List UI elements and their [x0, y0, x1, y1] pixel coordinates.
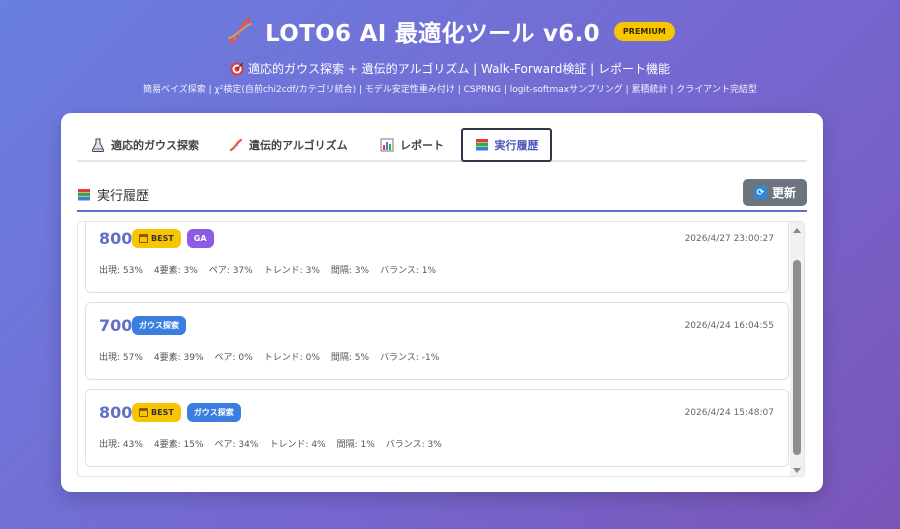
calendar-icon	[139, 234, 148, 243]
entry-score: 800	[99, 403, 133, 422]
stat-pair: ペア: 34%	[214, 440, 259, 450]
stat-pair: ペア: 0%	[214, 353, 253, 363]
target-icon	[230, 62, 244, 76]
stat-appearance: 出現: 43%	[99, 440, 143, 450]
history-entry[interactable]: 800 BEST ガウス探索 2026/4/24 15:48:07 出現: 43…	[85, 389, 789, 467]
gauss-badge: ガウス探索	[132, 316, 186, 335]
tab-gauss-search[interactable]: 適応的ガウス探索	[91, 128, 211, 162]
feature-list: 簡易ベイズ探索 | χ²検定(自前chi2cdf/カテゴリ統合) | モデル安定…	[143, 85, 757, 95]
badge-label: BEST	[151, 408, 174, 417]
stat-four-elements: 4要素: 39%	[153, 353, 204, 363]
entry-badges: BEST ガウス探索	[132, 403, 241, 422]
refresh-icon: ⟳	[753, 186, 767, 199]
stat-appearance: 出現: 57%	[99, 353, 143, 363]
calendar-icon	[139, 408, 148, 417]
entry-badges: BEST GA	[132, 229, 214, 248]
tab-run-history[interactable]: 実行履歴	[461, 128, 552, 162]
stat-interval: 間隔: 3%	[330, 266, 370, 276]
entry-stats: 出現: 53% 4要素: 3% ペア: 37% トレンド: 3% 間隔: 3% …	[99, 263, 436, 276]
history-entry[interactable]: 800 BEST GA 2026/4/27 23:00:27 出現: 53% 4…	[85, 222, 789, 293]
history-section-header: 実行履歴 ⟳ 更新	[77, 177, 807, 212]
premium-badge: PREMIUM	[613, 21, 675, 41]
scroll-up-arrow-icon[interactable]	[793, 228, 801, 233]
subtitle-text: 適応的ガウス探索 + 遺伝的アルゴリズム | Walk-Forward検証 | …	[248, 62, 670, 76]
tab-label: 遺伝的アルゴリズム	[249, 139, 348, 152]
stat-interval: 間隔: 1%	[336, 440, 375, 450]
tab-bar: 適応的ガウス探索 遺伝的アルゴリズム レポート 実行履歴	[77, 128, 807, 162]
section-title-text: 実行履歴	[97, 189, 150, 204]
stat-trend: トレンド: 3%	[263, 266, 320, 276]
stat-balance: バランス: 3%	[385, 440, 442, 450]
entry-date: 2026/4/24 15:48:07	[684, 408, 774, 418]
stat-pair: ペア: 37%	[208, 266, 253, 276]
entry-date: 2026/4/27 23:00:27	[684, 234, 774, 244]
stat-balance: バランス: 1%	[380, 266, 437, 276]
refresh-button[interactable]: ⟳ 更新	[743, 179, 807, 206]
history-list-content: 800 BEST GA 2026/4/27 23:00:27 出現: 53% 4…	[78, 222, 790, 476]
history-list[interactable]: 800 BEST GA 2026/4/27 23:00:27 出現: 53% 4…	[77, 221, 805, 477]
tab-genetic-algorithm[interactable]: 遺伝的アルゴリズム	[229, 128, 349, 162]
entry-score: 700	[99, 316, 133, 335]
gauss-badge: ガウス探索	[186, 403, 241, 422]
entry-stats: 出現: 57% 4要素: 39% ペア: 0% トレンド: 0% 間隔: 5% …	[99, 350, 439, 363]
entry-stats: 出現: 43% 4要素: 15% ペア: 34% トレンド: 4% 間隔: 1%…	[99, 437, 442, 450]
entry-badges: ガウス探索	[132, 316, 186, 335]
scrollbar-thumb[interactable]	[793, 260, 801, 455]
history-entry[interactable]: 700 ガウス探索 2026/4/24 16:04:55 出現: 57% 4要素…	[85, 302, 789, 380]
ga-badge: GA	[186, 229, 214, 248]
books-icon	[78, 188, 90, 200]
dna-icon	[229, 138, 243, 152]
badge-label: BEST	[151, 234, 174, 243]
tab-label: 適応的ガウス探索	[111, 139, 199, 152]
stat-interval: 間隔: 5%	[330, 353, 370, 363]
tab-label: レポート	[400, 139, 444, 152]
main-card: 適応的ガウス探索 遺伝的アルゴリズム レポート 実行履歴 実行履歴 ⟳ 更新 8…	[61, 113, 823, 492]
stat-balance: バランス: -1%	[380, 353, 440, 363]
stat-trend: トレンド: 0%	[263, 353, 320, 363]
books-icon	[475, 139, 488, 151]
title-row: LOTO6 AI 最適化ツール v6.0 PREMIUM	[0, 14, 900, 48]
tab-label: 実行履歴	[494, 139, 539, 152]
flask-icon	[91, 138, 105, 152]
entry-score: 800	[99, 229, 133, 248]
best-badge: BEST	[132, 229, 181, 248]
history-scrollbar[interactable]	[790, 222, 804, 476]
bar-chart-icon	[380, 138, 394, 152]
app-title: LOTO6 AI 最適化ツール v6.0	[265, 21, 600, 47]
refresh-label: 更新	[771, 186, 796, 200]
dna-icon	[225, 16, 255, 46]
app-subtitle: 適応的ガウス探索 + 遺伝的アルゴリズム | Walk-Forward検証 | …	[0, 60, 900, 77]
stat-four-elements: 4要素: 3%	[153, 266, 198, 276]
entry-date: 2026/4/24 16:04:55	[684, 321, 774, 331]
stat-trend: トレンド: 4%	[269, 440, 326, 450]
stat-four-elements: 4要素: 15%	[153, 440, 204, 450]
best-badge: BEST	[132, 403, 181, 422]
section-title: 実行履歴	[77, 185, 149, 204]
tab-report[interactable]: レポート	[380, 128, 450, 162]
stat-appearance: 出現: 53%	[99, 266, 143, 276]
scroll-down-arrow-icon[interactable]	[793, 468, 801, 473]
